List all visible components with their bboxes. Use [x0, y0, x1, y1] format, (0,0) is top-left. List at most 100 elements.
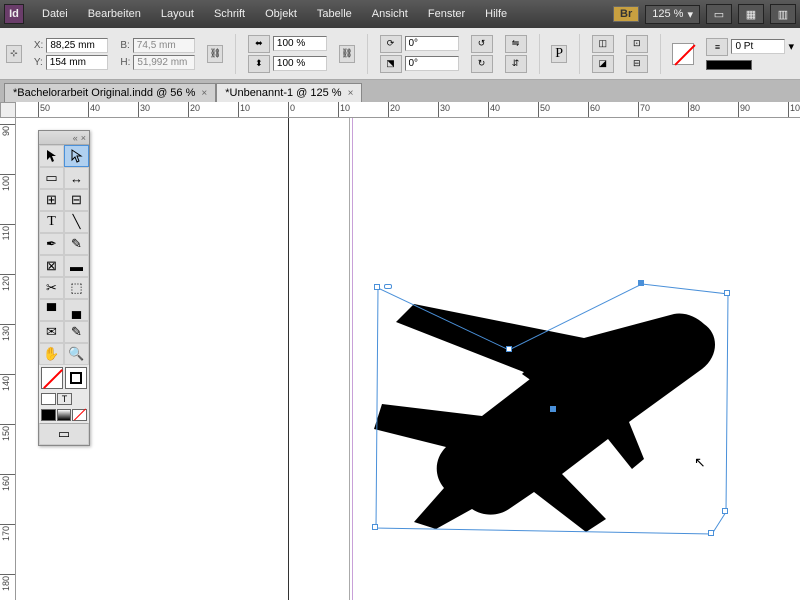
scale-x-input[interactable] — [273, 36, 327, 51]
selection-tool-icon[interactable] — [39, 145, 64, 167]
apply-color-icon[interactable] — [41, 409, 56, 421]
menubar: Id Datei Bearbeiten Layout Schrift Objek… — [0, 0, 800, 28]
page-tool-icon[interactable]: ▭ — [39, 167, 64, 189]
shear-icon: ⬔ — [380, 55, 402, 73]
menu-hilfe[interactable]: Hilfe — [475, 4, 517, 24]
ruler-horizontal[interactable]: 50403020100102030405060708090100 — [16, 102, 800, 118]
stroke-style-swatch[interactable] — [706, 60, 752, 70]
fill-color-swatch[interactable] — [41, 367, 63, 389]
hand-tool-icon[interactable]: ✋ — [39, 343, 64, 365]
scissors-tool-icon[interactable]: ✂ — [39, 277, 64, 299]
w-label: B: — [120, 40, 129, 51]
gap-tool-icon[interactable]: ↔ — [64, 167, 89, 189]
tools-panel: « × ▭ ↔ ⊞ ⊟ T ╲ ✒ ✎ ⊠ ▬ ✂ ⬚ ▀ ▄ ✉ ✎ ✋ 🔍 … — [38, 130, 90, 446]
menu-fenster[interactable]: Fenster — [418, 4, 475, 24]
stroke-weight-input[interactable] — [731, 39, 785, 54]
margin-guide — [352, 118, 353, 600]
tools-panel-header[interactable]: « × — [39, 131, 89, 145]
stroke-weight-icon: ≡ — [706, 38, 728, 56]
menu-objekt[interactable]: Objekt — [255, 4, 307, 24]
y-input[interactable] — [46, 55, 108, 70]
direct-selection-tool-icon[interactable] — [64, 145, 89, 167]
rotate-cw-icon[interactable]: ↻ — [471, 55, 493, 73]
rectangle-tool-icon[interactable]: ▬ — [64, 255, 89, 277]
rotate-icon: ⟳ — [380, 35, 402, 53]
menu-schrift[interactable]: Schrift — [204, 4, 255, 24]
chevron-down-icon[interactable]: ▾ — [788, 40, 794, 53]
reference-point-icon[interactable]: ⊹ — [6, 45, 22, 63]
type-tool-icon[interactable]: T — [39, 211, 64, 233]
flip-v-icon[interactable]: ⇵ — [505, 55, 527, 73]
document-canvas[interactable]: ↖ — [16, 118, 800, 600]
content-collector-icon[interactable]: ⊞ — [39, 189, 64, 211]
menu-bearbeiten[interactable]: Bearbeiten — [78, 4, 151, 24]
pen-tool-icon[interactable]: ✒ — [39, 233, 64, 255]
bridge-badge[interactable]: Br — [613, 6, 639, 22]
zoom-tool-icon[interactable]: 🔍 — [64, 343, 89, 365]
menu-datei[interactable]: Datei — [32, 4, 78, 24]
w-input[interactable] — [133, 38, 195, 53]
scale-y-icon: ⬍ — [248, 55, 270, 73]
paragraph-style-icon[interactable]: P — [551, 45, 567, 63]
zoom-dropdown[interactable]: 125 % ▾ — [645, 5, 700, 24]
select-container-icon[interactable]: ◫ — [592, 35, 614, 53]
fill-stroke-swatches — [39, 365, 89, 391]
note-tool-icon[interactable]: ✉ — [39, 321, 64, 343]
content-placer-icon[interactable]: ⊟ — [64, 189, 89, 211]
apply-container-icon[interactable] — [41, 393, 56, 405]
app-icon: Id — [4, 4, 24, 24]
collapse-icon[interactable]: « — [73, 133, 78, 143]
screen-mode-icon[interactable]: ▭ — [706, 4, 732, 24]
doc-tab-label: *Unbenannt-1 @ 125 % — [225, 87, 341, 99]
rotate-ccw-icon[interactable]: ↺ — [471, 35, 493, 53]
flip-h-icon[interactable]: ⇋ — [505, 35, 527, 53]
constrain-icon[interactable]: ⛓ — [207, 45, 223, 63]
shear-input[interactable] — [405, 56, 459, 71]
menu-layout[interactable]: Layout — [151, 4, 204, 24]
pencil-tool-icon[interactable]: ✎ — [64, 233, 89, 255]
control-panel: ⊹ X: Y: B: H: ⛓ ⬌ ⬍ ⛓ ⟳ ⬔ ↺ ↻ ⇋ ⇵ P ◫ ◪ … — [0, 28, 800, 80]
scale-x-icon: ⬌ — [248, 35, 270, 53]
fill-swatch[interactable] — [672, 43, 694, 65]
arrange-icon[interactable]: ▦ — [738, 4, 764, 24]
line-tool-icon[interactable]: ╲ — [64, 211, 89, 233]
gradient-feather-tool-icon[interactable]: ▄ — [64, 299, 89, 321]
fit-frame-icon[interactable]: ⊟ — [626, 55, 648, 73]
y-label: Y: — [34, 57, 43, 68]
ruler-origin[interactable] — [0, 102, 16, 118]
rectangle-frame-tool-icon[interactable]: ⊠ — [39, 255, 64, 277]
menu-ansicht[interactable]: Ansicht — [362, 4, 418, 24]
zoom-value: 125 % — [652, 8, 683, 21]
ruler-vertical[interactable]: 90100110120130140150160170180 — [0, 118, 16, 600]
doc-tab-label: *Bachelorarbeit Original.indd @ 56 % — [13, 87, 195, 99]
apply-gradient-icon[interactable] — [57, 409, 72, 421]
doc-tab-0[interactable]: *Bachelorarbeit Original.indd @ 56 % × — [4, 83, 216, 102]
page-edge — [349, 118, 350, 600]
scale-y-input[interactable] — [273, 56, 327, 71]
placed-image-airplane[interactable] — [374, 284, 734, 544]
chevron-down-icon: ▾ — [687, 8, 693, 21]
apply-none-icon[interactable] — [72, 409, 87, 421]
close-icon[interactable]: × — [348, 88, 354, 99]
document-tabs: *Bachelorarbeit Original.indd @ 56 % × *U… — [0, 80, 800, 102]
select-content-icon[interactable]: ◪ — [592, 55, 614, 73]
close-icon[interactable]: × — [201, 88, 207, 99]
spread-edge — [288, 118, 289, 600]
constrain-scale-icon[interactable]: ⛓ — [339, 45, 355, 63]
h-input[interactable] — [133, 55, 195, 70]
x-label: X: — [34, 40, 43, 51]
view-mode-icon[interactable]: ▭ — [39, 423, 89, 445]
fit-content-icon[interactable]: ⊡ — [626, 35, 648, 53]
free-transform-tool-icon[interactable]: ⬚ — [64, 277, 89, 299]
stroke-color-swatch[interactable] — [65, 367, 87, 389]
gradient-swatch-tool-icon[interactable]: ▀ — [39, 299, 64, 321]
close-icon[interactable]: × — [81, 133, 86, 143]
h-label: H: — [120, 57, 130, 68]
eyedropper-tool-icon[interactable]: ✎ — [64, 321, 89, 343]
workspace-icon[interactable]: ▥ — [770, 4, 796, 24]
rotate-input[interactable] — [405, 36, 459, 51]
x-input[interactable] — [46, 38, 108, 53]
menu-tabelle[interactable]: Tabelle — [307, 4, 362, 24]
doc-tab-1[interactable]: *Unbenannt-1 @ 125 % × — [216, 83, 362, 102]
apply-text-icon[interactable]: T — [57, 393, 72, 405]
